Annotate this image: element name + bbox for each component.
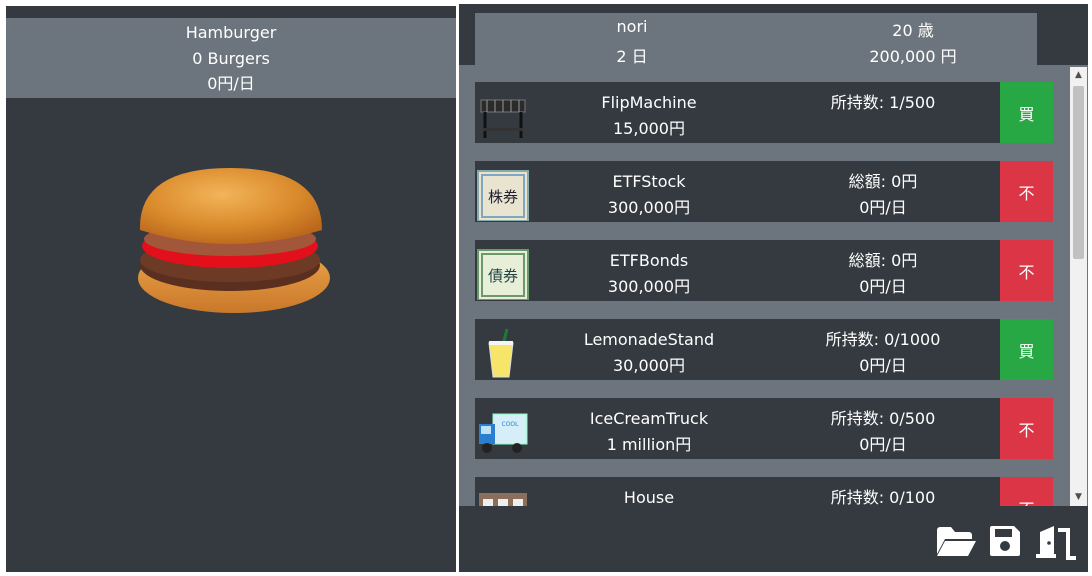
item-name-block: LemonadeStand 30,000円	[549, 327, 749, 379]
hamburger-button[interactable]	[130, 160, 330, 315]
unavailable-button[interactable]: 不	[1000, 161, 1053, 222]
item-price: 30,000円	[613, 356, 685, 375]
exit-door-icon[interactable]	[1034, 524, 1078, 560]
unavailable-button[interactable]: 不	[1000, 477, 1053, 506]
item-info-block: 総額: 0円 0円/日	[783, 169, 983, 221]
shop-item: FlipMachine 15,000円 所持数: 1/500 買	[475, 82, 1053, 143]
svg-text:債券: 債券	[488, 267, 518, 285]
scrollbar-thumb[interactable]	[1073, 86, 1084, 259]
item-name-block: House	[549, 485, 749, 506]
item-price: 1 million円	[606, 435, 692, 454]
item-price: 300,000円	[607, 277, 691, 296]
folder-open-icon[interactable]	[935, 524, 977, 558]
item-name-block: ETFBonds 300,000円	[549, 248, 749, 300]
elapsed-days: 2 日	[616, 47, 648, 66]
item-name-block: FlipMachine 15,000円	[549, 90, 749, 142]
shop-item: 債券 ETFBonds 300,000円 総額: 0円 0円/日 不	[475, 240, 1053, 301]
house-icon	[477, 485, 529, 506]
item-income: 0円/日	[859, 277, 907, 296]
item-income: 0円/日	[859, 435, 907, 454]
item-info-block: 所持数: 0/500 0円/日	[783, 406, 983, 458]
item-name-block: IceCreamTruck 1 million円	[549, 406, 749, 458]
buy-button[interactable]: 買	[1000, 319, 1053, 380]
burger-panel: Hamburger 0 Burgers 0円/日	[6, 6, 456, 572]
item-owned: 総額: 0円	[848, 251, 918, 270]
hamburger-icon	[138, 168, 330, 313]
item-name: IceCreamTruck	[589, 409, 709, 428]
shop-panel: nori 20 歳 2 日 200,000 円 FlipMachine 15,00…	[459, 4, 1088, 572]
bond-certificate-icon: 債券	[477, 248, 529, 301]
item-owned: 所持数: 0/500	[830, 409, 936, 428]
item-income: 0円/日	[859, 198, 907, 217]
item-info-block: 所持数: 0/100	[783, 485, 983, 506]
burger-title: Hamburger	[185, 23, 277, 42]
save-icon[interactable]	[988, 524, 1022, 558]
item-name: FlipMachine	[601, 93, 697, 112]
scroll-up-arrow-icon[interactable]: ▲	[1070, 67, 1087, 84]
burger-count: 0 Burgers	[192, 48, 270, 68]
svg-text:株券: 株券	[488, 188, 518, 206]
stock-certificate-icon: 株券	[477, 169, 529, 222]
footer-toolbar	[459, 506, 1088, 572]
buy-button[interactable]: 買	[1000, 82, 1053, 143]
item-income: 0円/日	[859, 356, 907, 375]
item-info-block: 所持数: 0/1000 0円/日	[783, 327, 983, 379]
item-name-block: ETFStock 300,000円	[549, 169, 749, 221]
item-owned: 所持数: 0/1000	[825, 330, 941, 349]
item-owned: 総額: 0円	[848, 172, 918, 191]
item-price: 15,000円	[613, 119, 685, 138]
scrollbar[interactable]: ▲ ▼	[1070, 67, 1087, 506]
item-list[interactable]: FlipMachine 15,000円 所持数: 1/500 買株券 ETFStock 3…	[459, 65, 1088, 506]
item-name: LemonadeStand	[583, 330, 715, 349]
profile-card: nori 20 歳 2 日 200,000 円	[475, 13, 1037, 69]
scroll-down-arrow-icon[interactable]: ▼	[1070, 489, 1087, 506]
item-info-block: 所持数: 1/500	[783, 90, 983, 116]
item-name: ETFStock	[612, 172, 686, 191]
item-info-block: 総額: 0円 0円/日	[783, 248, 983, 300]
shop-item: LemonadeStand 30,000円 所持数: 0/1000 0円/日 買	[475, 319, 1053, 380]
player-age: 20 歳	[892, 21, 934, 40]
unavailable-button[interactable]: 不	[1000, 398, 1053, 459]
burger-rate: 0円/日	[207, 74, 255, 93]
item-owned: 所持数: 1/500	[830, 93, 936, 112]
unavailable-button[interactable]: 不	[1000, 240, 1053, 301]
item-price: 300,000円	[607, 198, 691, 217]
lemonade-icon	[477, 327, 529, 379]
svg-text:COOL: COOL	[502, 421, 520, 428]
item-owned: 所持数: 0/100	[830, 488, 936, 506]
ice-cream-truck-icon: COOL	[477, 406, 529, 458]
player-name: nori	[616, 17, 648, 36]
shop-item: 株券 ETFStock 300,000円 総額: 0円 0円/日 不	[475, 161, 1053, 222]
item-name: ETFBonds	[609, 251, 689, 270]
shop-item: COOL IceCreamTruck 1 million円 所持数: 0/500 0円/…	[475, 398, 1053, 459]
player-money: 200,000 円	[869, 47, 957, 66]
burger-stats: Hamburger 0 Burgers 0円/日	[6, 18, 456, 98]
shop-item: House 所持数: 0/100 不	[475, 477, 1053, 506]
grill-icon	[477, 90, 529, 142]
item-name: House	[623, 488, 675, 506]
